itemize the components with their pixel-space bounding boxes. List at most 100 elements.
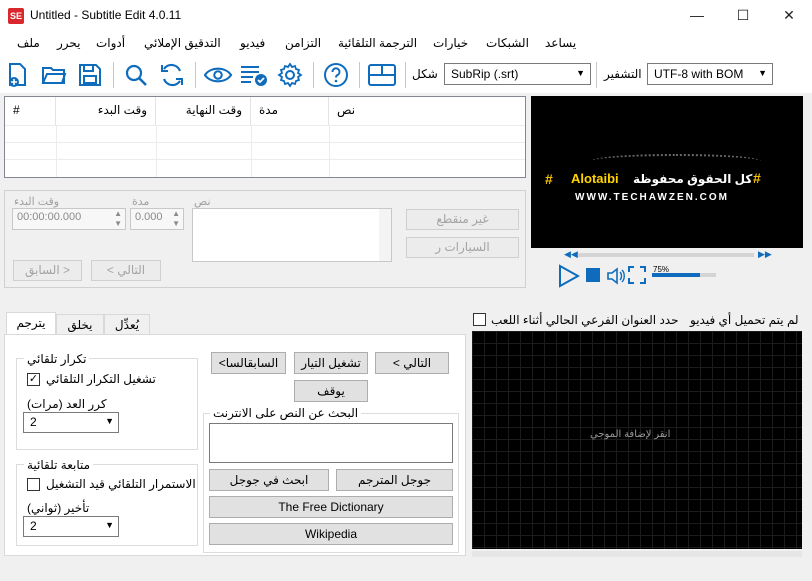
unbreak-button[interactable]: غير منقطع xyxy=(406,209,519,230)
delay-select[interactable]: 2 ▼ xyxy=(23,516,119,537)
auto-repeat-check-label: تشغيل التكرار التلقائي xyxy=(46,372,156,386)
menu-networking[interactable]: الشبكات xyxy=(486,36,529,50)
tab-adjust[interactable]: يُعدِّل xyxy=(104,314,150,336)
column-header-duration[interactable]: مدة xyxy=(251,97,329,125)
replace-icon[interactable] xyxy=(158,61,186,89)
duration-label: مدة xyxy=(132,196,150,208)
watermark-url: WWW.TECHAWZEN.COM xyxy=(575,192,729,203)
layout-icon[interactable] xyxy=(368,61,396,89)
grid-line xyxy=(5,142,525,143)
repeat-count-label: كرر العد (مرات) xyxy=(27,397,107,411)
click-to-add-waveform: انقر لإضافة الموجي xyxy=(590,429,671,440)
auto-continue-check-label: الاستمرار التلقائي قيد التشغيل xyxy=(46,477,196,491)
volume-slider[interactable] xyxy=(652,273,716,277)
waveform-panel[interactable]: انقر لإضافة الموجي xyxy=(472,331,802,549)
visual-sync-icon[interactable] xyxy=(204,61,232,89)
menu-tools[interactable]: أدوات xyxy=(96,36,125,50)
spinner-icon: ▲ ▼ xyxy=(172,209,180,228)
auto-continue-checkbox[interactable] xyxy=(27,478,40,491)
window-title: Untitled - Subtitle Edit 4.0.11 xyxy=(30,8,182,22)
repeat-count-select[interactable]: 2 ▼ xyxy=(23,412,119,433)
close-button[interactable]: ✕ xyxy=(766,0,812,31)
duration-value: 0.000 xyxy=(135,211,163,223)
select-current-checkbox[interactable] xyxy=(473,313,486,326)
menu-spell-check[interactable]: التدقيق الإملائي xyxy=(144,36,221,50)
open-folder-icon[interactable] xyxy=(40,61,68,89)
watermark-hash-right: # xyxy=(753,170,761,186)
video-player[interactable]: # Alotaibi كل الحقوق محفوظة # WWW.TECHAW… xyxy=(531,96,803,248)
spell-check-icon[interactable] xyxy=(240,61,268,89)
menu-help[interactable]: يساعد xyxy=(545,36,576,50)
grid-line xyxy=(56,125,57,177)
minimize-button[interactable]: — xyxy=(674,0,720,31)
new-file-icon[interactable] xyxy=(4,61,32,89)
grid-line xyxy=(329,125,330,177)
menu-file[interactable]: ملف xyxy=(17,36,40,50)
repeat-count-value: 2 xyxy=(30,415,37,429)
volume-slider-fill xyxy=(652,273,700,277)
google-translate-button[interactable]: جوجل المترجم xyxy=(336,469,453,491)
delay-value: 2 xyxy=(30,519,37,533)
volume-icon[interactable] xyxy=(606,266,626,289)
tab-translate[interactable]: يترجم xyxy=(6,312,56,336)
start-time-value: 00:00:00.000 xyxy=(17,211,82,223)
search-online-title: البحث عن النص على الانترنت xyxy=(210,406,362,420)
watermark-rights: كل الحقوق محفوظة xyxy=(633,172,753,186)
app-logo-icon: SE xyxy=(8,8,24,24)
column-header-end-time[interactable]: وقت النهاية xyxy=(156,97,251,125)
previous-button[interactable]: <السابقالسا xyxy=(211,352,286,374)
select-current-label: حدد العنوان الفرعي الحالي أثناء اللعب xyxy=(491,313,679,327)
fast-forward-icon[interactable]: ▶▶ xyxy=(758,249,772,260)
format-select[interactable]: SubRip (.srt) ▼ xyxy=(444,63,591,85)
help-icon[interactable] xyxy=(322,61,350,89)
toolbar-separator xyxy=(359,62,360,88)
wikipedia-button[interactable]: Wikipedia xyxy=(209,523,453,545)
google-search-button[interactable]: ابحث في جوجل xyxy=(209,469,329,491)
subtitle-list[interactable]: # وقت البدء وقت النهاية مدة نص xyxy=(4,96,526,178)
next-button[interactable]: < التالي xyxy=(375,352,449,374)
free-dictionary-button[interactable]: The Free Dictionary xyxy=(209,496,453,518)
stop-icon[interactable] xyxy=(586,268,600,282)
ornament-decoration xyxy=(591,154,761,168)
menu-options[interactable]: خيارات xyxy=(433,36,468,50)
toolbar-separator xyxy=(596,62,597,88)
format-label: شكل xyxy=(412,67,438,81)
grid-line xyxy=(5,125,525,126)
menu-edit[interactable]: يحرر xyxy=(57,36,81,50)
cars-button[interactable]: السيارات ر xyxy=(406,237,519,258)
text-area-scrollbar[interactable] xyxy=(379,209,391,261)
stop-button[interactable]: يوقف xyxy=(294,380,368,402)
column-header-text[interactable]: نص xyxy=(329,97,525,125)
search-text-input[interactable] xyxy=(209,423,453,463)
column-header-number[interactable]: # xyxy=(5,97,56,125)
toolbar-separator xyxy=(405,62,406,88)
column-header-start-time[interactable]: وقت البدء xyxy=(56,97,156,125)
video-seek-bar[interactable] xyxy=(578,253,754,257)
menu-auto-translate[interactable]: الترجمة التلقائية xyxy=(338,36,417,50)
find-icon[interactable] xyxy=(122,61,150,89)
auto-repeat-checkbox[interactable]: ✓ xyxy=(27,373,40,386)
tab-create[interactable]: يخلق xyxy=(56,314,104,336)
duration-input[interactable]: 0.000 ▲ ▼ xyxy=(130,208,184,230)
play-icon[interactable] xyxy=(556,264,581,291)
toolbar-separator xyxy=(313,62,314,88)
auto-repeat-title: تكرار تلقائي xyxy=(24,352,90,366)
watermark-hash-left: # xyxy=(545,171,553,187)
previous-line-button[interactable]: السابق > xyxy=(13,260,82,281)
waveform-scrollbar[interactable] xyxy=(472,551,802,557)
subtitle-text-area[interactable] xyxy=(192,208,392,262)
next-line-button[interactable]: < التالي xyxy=(91,260,161,281)
no-video-label: لم يتم تحميل أي فيديو xyxy=(690,313,799,327)
encoding-select[interactable]: UTF-8 with BOM ▼ xyxy=(647,63,773,85)
menu-video[interactable]: فيديو xyxy=(240,36,265,50)
play-current-button[interactable]: تشغيل التيار xyxy=(294,352,368,374)
start-time-input[interactable]: 00:00:00.000 ▲ ▼ xyxy=(12,208,126,230)
settings-icon[interactable] xyxy=(276,61,304,89)
fullscreen-icon[interactable] xyxy=(628,266,646,287)
watermark-brand: Alotaibi xyxy=(571,171,619,186)
toolbar-separator xyxy=(113,62,114,88)
save-icon[interactable] xyxy=(76,61,104,89)
maximize-button[interactable]: ☐ xyxy=(720,0,766,31)
menu-synchronization[interactable]: التزامن xyxy=(285,36,321,50)
rewind-icon[interactable]: ◀◀ xyxy=(564,249,578,260)
